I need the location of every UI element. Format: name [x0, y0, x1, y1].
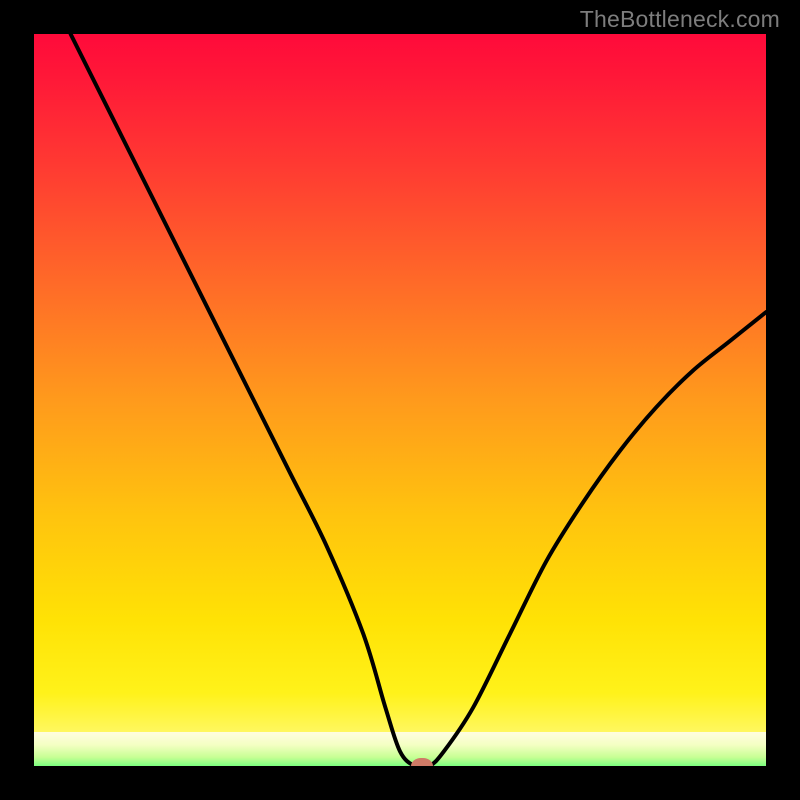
frame-border	[0, 0, 34, 800]
frame-border	[766, 0, 800, 800]
bottleneck-curve	[34, 34, 766, 766]
watermark-text: TheBottleneck.com	[580, 6, 780, 33]
frame-border	[0, 766, 800, 800]
chart-frame: TheBottleneck.com	[0, 0, 800, 800]
